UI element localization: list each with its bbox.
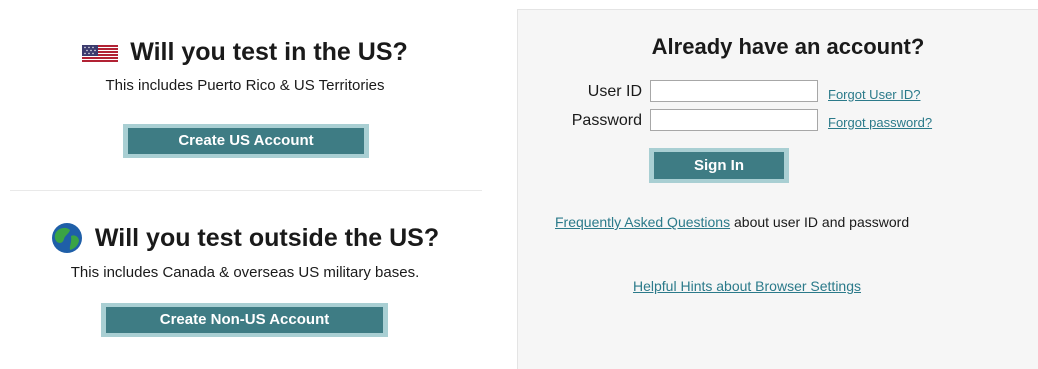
sign-in-button-frame: Sign In [649, 148, 789, 183]
user-id-label: User ID [587, 83, 642, 100]
create-us-account-button-frame: Create US Account [123, 124, 369, 158]
sign-in-panel: Already have an account? User ID Forgot … [517, 9, 1038, 369]
browser-hints-link[interactable]: Helpful Hints about Browser Settings [633, 278, 861, 294]
user-id-input[interactable] [650, 80, 818, 102]
section-divider [10, 190, 482, 191]
create-non-us-account-button-frame: Create Non-US Account [101, 303, 388, 337]
password-label: Password [571, 112, 642, 129]
sign-in-button[interactable]: Sign In [654, 152, 784, 179]
faq-link[interactable]: Frequently Asked Questions [555, 214, 730, 230]
globe-icon [51, 222, 83, 254]
non-us-section: Will you test outside the US? This inclu… [10, 222, 480, 281]
non-us-heading-text: Will you test outside the US? [94, 223, 440, 252]
sign-in-title: Already have an account? [651, 34, 925, 59]
non-us-heading: Will you test outside the US? [10, 222, 480, 254]
create-us-account-button[interactable]: Create US Account [128, 128, 364, 154]
us-heading: Will you test in the US? [10, 38, 480, 67]
faq-line: Frequently Asked Questions about user ID… [555, 214, 909, 230]
forgot-user-id-link[interactable]: Forgot User ID? [828, 87, 920, 102]
create-account-panel: Will you test in the US? This includes P… [0, 0, 500, 368]
us-section: Will you test in the US? This includes P… [10, 38, 480, 94]
us-heading-text: Will you test in the US? [130, 38, 408, 66]
non-us-subtitle: This includes Canada & overseas US milit… [70, 264, 420, 281]
forgot-password-link[interactable]: Forgot password? [828, 115, 932, 130]
create-non-us-account-button[interactable]: Create Non-US Account [106, 307, 383, 333]
password-input[interactable] [650, 109, 818, 131]
faq-suffix-text: about user ID and password [730, 214, 910, 230]
us-flag-icon [82, 43, 119, 63]
us-subtitle: This includes Puerto Rico & US Territori… [105, 77, 385, 94]
